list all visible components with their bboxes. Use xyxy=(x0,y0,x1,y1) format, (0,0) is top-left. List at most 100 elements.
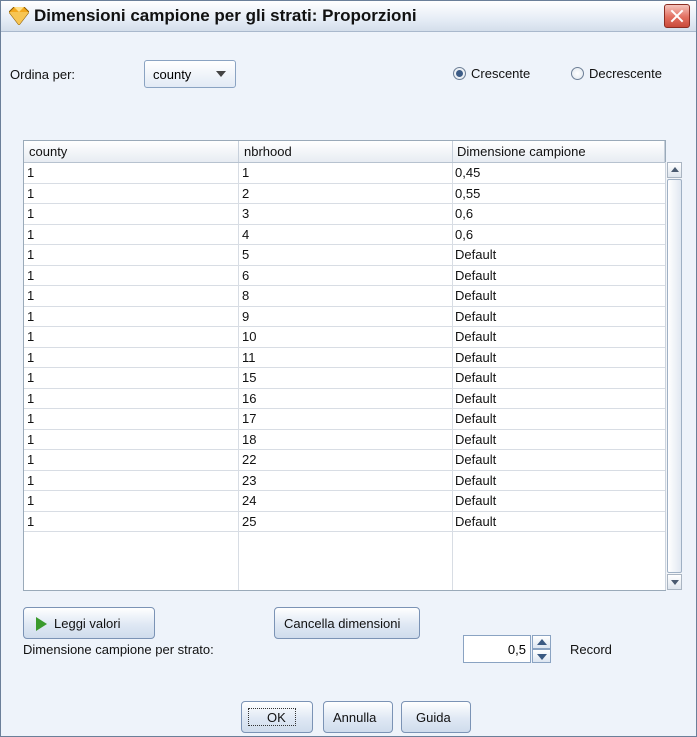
chevron-down-icon xyxy=(216,71,226,77)
column-header-sample-size[interactable]: Dimensione campione xyxy=(457,144,586,159)
cell-nbrhood: 18 xyxy=(242,431,257,447)
table-row[interactable]: 1 16 Default xyxy=(24,389,665,409)
sort-by-label: Ordina per: xyxy=(10,67,76,82)
table-row[interactable]: 1 24 Default xyxy=(24,491,665,512)
cancel-button[interactable]: Annulla xyxy=(323,701,393,733)
cell-nbrhood: 23 xyxy=(242,472,257,488)
cell-sample-size: 0,45 xyxy=(455,165,481,180)
cell-sample-size: Default xyxy=(455,390,497,406)
table-row[interactable]: 1 23 Default xyxy=(24,471,665,491)
cell-county: 1 xyxy=(27,165,35,180)
clear-sizes-label: Cancella dimensioni xyxy=(284,616,401,631)
table-row[interactable]: 1 17 Default xyxy=(24,409,665,430)
close-icon[interactable] xyxy=(664,4,690,28)
table-row[interactable]: 1 5 Default xyxy=(24,245,665,266)
sample-size-stepper[interactable] xyxy=(532,635,551,663)
help-label: Guida xyxy=(416,710,451,725)
cell-county: 1 xyxy=(27,185,35,201)
cell-sample-size: Default xyxy=(455,370,497,385)
table-body: 1 1 0,45 1 2 0,55 1 3 0,6 1 4 0,6 1 5 Default 1 6 Default… xyxy=(24,163,665,532)
table-row[interactable]: 1 8 Default xyxy=(24,286,665,307)
table-scrollbar[interactable] xyxy=(665,162,682,590)
help-button[interactable]: Guida xyxy=(401,701,471,733)
table-row[interactable]: 1 22 Default xyxy=(24,450,665,471)
cell-sample-size: Default xyxy=(455,288,497,303)
cell-nbrhood: 5 xyxy=(242,247,250,262)
cancel-label: Annulla xyxy=(333,710,377,725)
stepper-up-icon[interactable] xyxy=(532,635,551,649)
diamond-app-icon xyxy=(9,7,29,25)
cell-county: 1 xyxy=(27,472,35,488)
cell-nbrhood: 9 xyxy=(242,308,250,324)
cell-county: 1 xyxy=(27,288,35,303)
column-header-nbrhood[interactable]: nbrhood xyxy=(244,144,292,159)
cell-sample-size: 0,55 xyxy=(455,185,481,201)
cell-nbrhood: 24 xyxy=(242,493,257,508)
cell-county: 1 xyxy=(27,390,35,406)
table-row[interactable]: 1 4 0,6 xyxy=(24,225,665,245)
sample-size-unit: Record xyxy=(570,642,612,657)
stepper-down-icon[interactable] xyxy=(532,649,551,663)
cell-county: 1 xyxy=(27,206,35,221)
cell-sample-size: 0,6 xyxy=(455,226,474,242)
cell-sample-size: Default xyxy=(455,308,497,324)
table-row[interactable]: 1 10 Default xyxy=(24,327,665,348)
cell-nbrhood: 1 xyxy=(242,165,250,180)
cell-county: 1 xyxy=(27,370,35,385)
clear-sizes-button[interactable]: Cancella dimensioni xyxy=(274,607,420,639)
cell-nbrhood: 3 xyxy=(242,206,250,221)
table-row[interactable]: 1 15 Default xyxy=(24,368,665,389)
play-icon xyxy=(36,617,47,631)
cell-county: 1 xyxy=(27,411,35,426)
cell-nbrhood: 2 xyxy=(242,185,250,201)
cell-sample-size: Default xyxy=(455,513,497,529)
scroll-down-icon[interactable] xyxy=(667,574,682,590)
cell-sample-size: Default xyxy=(455,493,497,508)
table-row[interactable]: 1 1 0,45 xyxy=(24,163,665,184)
table-row[interactable]: 1 9 Default xyxy=(24,307,665,327)
table-row[interactable]: 1 3 0,6 xyxy=(24,204,665,225)
cell-nbrhood: 16 xyxy=(242,390,257,406)
cell-nbrhood: 17 xyxy=(242,411,257,426)
cell-sample-size: Default xyxy=(455,411,497,426)
sample-size-label: Dimensione campione per strato: xyxy=(23,642,214,657)
dialog-window: Dimensioni campione per gli strati: Prop… xyxy=(0,0,697,737)
sort-by-dropdown[interactable]: county xyxy=(144,60,236,88)
cell-nbrhood: 11 xyxy=(242,349,256,365)
cell-county: 1 xyxy=(27,513,35,529)
strata-table: county nbrhood Dimensione campione 1 1 0,4… xyxy=(23,140,666,591)
title-bar: Dimensioni campione per gli strati: Prop… xyxy=(1,1,696,32)
cell-sample-size: Default xyxy=(455,329,497,344)
cell-sample-size: Default xyxy=(455,452,497,467)
table-row[interactable]: 1 25 Default xyxy=(24,512,665,532)
sort-by-value: county xyxy=(153,67,192,82)
cell-county: 1 xyxy=(27,493,35,508)
cell-nbrhood: 8 xyxy=(242,288,250,303)
table-header: county nbrhood Dimensione campione xyxy=(24,141,665,163)
table-row[interactable]: 1 2 0,55 xyxy=(24,184,665,204)
table-row[interactable]: 1 18 Default xyxy=(24,430,665,450)
ascending-radio[interactable] xyxy=(453,67,466,80)
cell-county: 1 xyxy=(27,329,35,344)
cell-county: 1 xyxy=(27,267,35,283)
cell-nbrhood: 15 xyxy=(242,370,257,385)
cell-nbrhood: 4 xyxy=(242,226,250,242)
ascending-label: Crescente xyxy=(471,66,531,81)
cell-county: 1 xyxy=(27,349,35,365)
cell-sample-size: Default xyxy=(455,247,497,262)
cell-nbrhood: 6 xyxy=(242,267,250,283)
ok-button[interactable]: OK xyxy=(241,701,313,733)
scroll-up-icon[interactable] xyxy=(667,162,682,178)
cell-county: 1 xyxy=(27,431,35,447)
sample-size-input[interactable]: 0,5 xyxy=(463,635,531,663)
cell-county: 1 xyxy=(27,308,35,324)
table-row[interactable]: 1 11 Default xyxy=(24,348,665,368)
column-header-county[interactable]: county xyxy=(29,144,67,159)
cell-nbrhood: 22 xyxy=(242,452,257,467)
scroll-thumb[interactable] xyxy=(667,179,682,573)
read-values-button[interactable]: Leggi valori xyxy=(23,607,155,639)
table-row[interactable]: 1 6 Default xyxy=(24,266,665,286)
descending-label: Decrescente xyxy=(589,66,662,81)
descending-radio[interactable] xyxy=(571,67,584,80)
cell-county: 1 xyxy=(27,226,35,242)
